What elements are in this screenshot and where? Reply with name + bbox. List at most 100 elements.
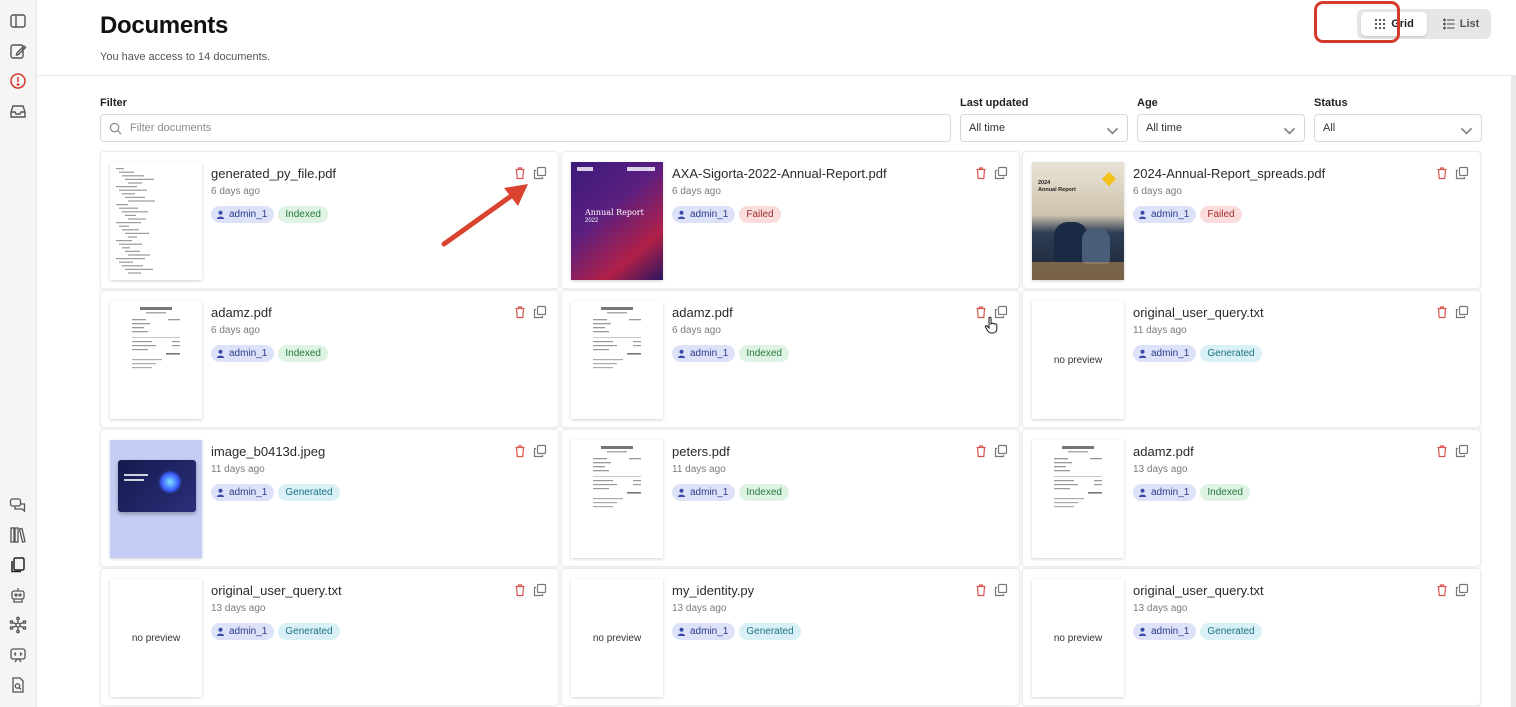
hand-cursor-icon (984, 316, 998, 334)
document-thumbnail[interactable]: no preview (1032, 579, 1124, 697)
page-title: Documents (100, 12, 228, 39)
list-view-button[interactable]: List (1433, 12, 1489, 36)
document-tags: admin_1 Indexed (672, 345, 789, 362)
owner-badge: admin_1 (672, 206, 736, 223)
document-age: 11 days ago (672, 464, 726, 475)
document-thumbnail[interactable] (571, 301, 663, 419)
robot-icon[interactable] (8, 585, 28, 605)
trash-icon (515, 584, 525, 597)
delete-button[interactable] (513, 444, 527, 458)
delete-button[interactable] (513, 583, 527, 597)
edit-icon[interactable] (8, 41, 28, 61)
document-card[interactable]: peters.pdf 11 days ago admin_1 Indexed (561, 429, 1020, 567)
document-card[interactable]: no preview my_identity.py 13 days ago ad… (561, 568, 1020, 706)
copy-button[interactable] (1455, 583, 1469, 597)
document-thumbnail[interactable] (110, 440, 202, 558)
copy-button[interactable] (1455, 166, 1469, 180)
document-card[interactable]: adamz.pdf 6 days ago admin_1 Indexed (561, 290, 1020, 428)
owner-badge: admin_1 (672, 484, 736, 501)
document-card[interactable]: adamz.pdf 13 days ago admin_1 Indexed (1022, 429, 1481, 567)
document-thumbnail[interactable]: Annual Report 2022 (571, 162, 663, 280)
network-icon[interactable] (8, 615, 28, 635)
search-file-icon[interactable] (8, 675, 28, 695)
copy-button[interactable] (994, 583, 1008, 597)
document-thumbnail[interactable]: no preview (1032, 301, 1124, 419)
library-icon[interactable] (8, 525, 28, 545)
document-thumbnail[interactable] (1032, 440, 1124, 558)
document-card[interactable]: image_b0413d.jpeg 11 days ago admin_1 Ge… (100, 429, 559, 567)
image-preview (110, 440, 202, 558)
delete-button[interactable] (513, 305, 527, 319)
copy-button[interactable] (1455, 305, 1469, 319)
age-label: Age (1137, 97, 1158, 109)
document-name[interactable]: generated_py_file.pdf (211, 166, 336, 181)
user-icon (677, 349, 686, 358)
trash-icon (1437, 584, 1447, 597)
delete-button[interactable] (974, 444, 988, 458)
copy-icon (1455, 444, 1469, 458)
copy-icon (1455, 166, 1469, 180)
document-card[interactable]: no preview original_user_query.txt 11 da… (1022, 290, 1481, 428)
list-icon (1442, 18, 1455, 30)
trash-icon (515, 306, 525, 319)
document-tags: admin_1 Generated (672, 623, 801, 640)
trash-icon (1437, 167, 1447, 180)
owner-badge: admin_1 (1133, 623, 1197, 640)
document-name[interactable]: 2024-Annual-Report_spreads.pdf (1133, 166, 1325, 181)
copy-button[interactable] (533, 583, 547, 597)
document-name[interactable]: original_user_query.txt (211, 583, 342, 598)
code-icon[interactable] (8, 645, 28, 665)
document-name[interactable]: AXA-Sigorta-2022-Annual-Report.pdf (672, 166, 887, 181)
document-name[interactable]: adamz.pdf (211, 305, 272, 320)
document-thumbnail[interactable]: no preview (110, 579, 202, 697)
document-thumbnail[interactable] (571, 440, 663, 558)
document-name[interactable]: original_user_query.txt (1133, 583, 1264, 598)
alert-icon[interactable] (8, 71, 28, 91)
document-card[interactable]: 2024 Annual Report 2024-Annual-Report_sp… (1022, 151, 1481, 289)
age-select[interactable]: All time (1137, 114, 1305, 142)
copy-icon (994, 444, 1008, 458)
document-card[interactable]: no preview original_user_query.txt 13 da… (1022, 568, 1481, 706)
document-name[interactable]: my_identity.py (672, 583, 754, 598)
document-name[interactable]: peters.pdf (672, 444, 730, 459)
document-name[interactable]: original_user_query.txt (1133, 305, 1264, 320)
document-thumbnail[interactable]: no preview (571, 579, 663, 697)
copy-button[interactable] (1455, 444, 1469, 458)
document-card[interactable]: Annual Report 2022 AXA-Sigorta-2022-Annu… (561, 151, 1020, 289)
delete-button[interactable] (1435, 583, 1449, 597)
owner-badge: admin_1 (1133, 345, 1197, 362)
page-subtitle: You have access to 14 documents. (100, 51, 271, 63)
owner-badge: admin_1 (211, 623, 275, 640)
scrollbar[interactable] (1511, 76, 1516, 707)
document-name[interactable]: image_b0413d.jpeg (211, 444, 325, 459)
document-name[interactable]: adamz.pdf (1133, 444, 1194, 459)
copy-button[interactable] (994, 444, 1008, 458)
chat-icon[interactable] (8, 495, 28, 515)
copy-button[interactable] (533, 305, 547, 319)
document-thumbnail[interactable] (110, 162, 202, 280)
sidebar-toggle-icon[interactable] (8, 11, 28, 31)
trash-icon (976, 167, 986, 180)
inbox-icon[interactable] (8, 101, 28, 121)
delete-button[interactable] (1435, 305, 1449, 319)
document-tags: admin_1 Indexed (211, 345, 328, 362)
filter-input[interactable]: Filter documents (100, 114, 951, 142)
copy-button[interactable] (994, 166, 1008, 180)
delete-button[interactable] (1435, 444, 1449, 458)
copy-button[interactable] (533, 444, 547, 458)
delete-button[interactable] (1435, 166, 1449, 180)
owner-name: admin_1 (229, 487, 268, 498)
documents-icon[interactable] (8, 555, 28, 575)
document-tags: admin_1 Failed (1133, 206, 1242, 223)
document-name[interactable]: adamz.pdf (672, 305, 733, 320)
document-card[interactable]: no preview original_user_query.txt 13 da… (100, 568, 559, 706)
document-thumbnail[interactable]: 2024 Annual Report (1032, 162, 1124, 280)
document-thumbnail[interactable] (110, 301, 202, 419)
document-age: 6 days ago (211, 186, 260, 197)
cover-title: Annual Report (1038, 186, 1076, 193)
delete-button[interactable] (974, 166, 988, 180)
delete-button[interactable] (974, 583, 988, 597)
status-select[interactable]: All (1314, 114, 1482, 142)
document-card[interactable]: adamz.pdf 6 days ago admin_1 Indexed (100, 290, 559, 428)
last-updated-select[interactable]: All time (960, 114, 1128, 142)
